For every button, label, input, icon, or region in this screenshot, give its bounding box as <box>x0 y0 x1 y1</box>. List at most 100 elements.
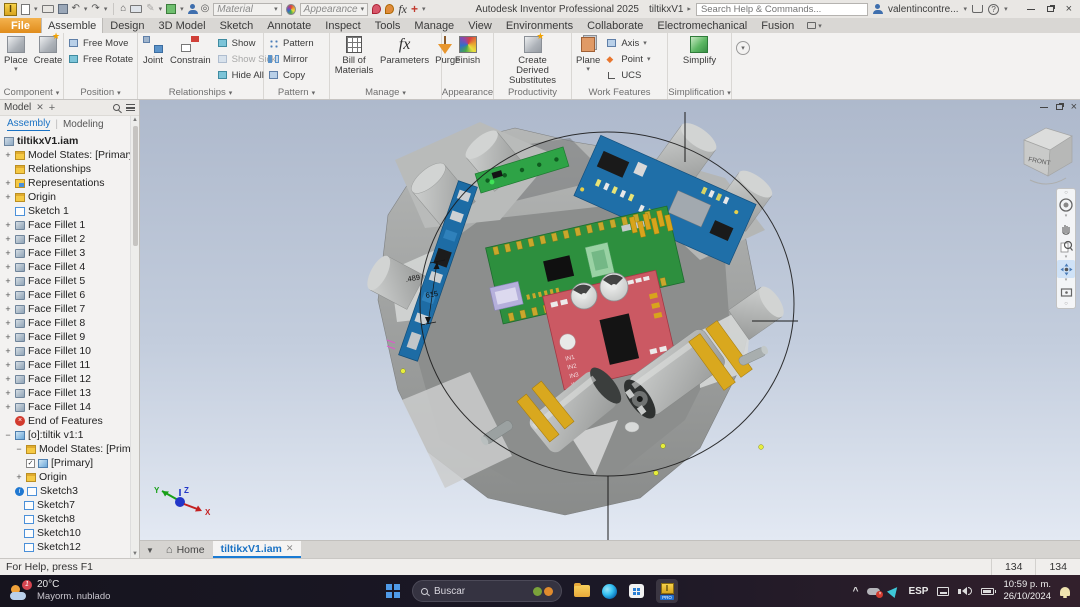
tab-inspect[interactable]: Inspect <box>318 18 367 33</box>
network-icon[interactable] <box>937 587 949 596</box>
microsoft-store-icon[interactable] <box>629 584 644 598</box>
tree-item[interactable]: +Representations <box>0 176 130 190</box>
panel-label-productivity[interactable]: Productivity <box>495 86 570 99</box>
tree-item[interactable]: +Face Fillet 7 <box>0 302 130 316</box>
render-wheel-icon[interactable]: ◎ <box>201 3 210 15</box>
inventor-taskbar-icon[interactable]: I PRO <box>656 579 678 603</box>
chevron-down-icon[interactable]: ▾ <box>14 66 18 73</box>
pan-button[interactable] <box>1057 219 1075 237</box>
orbit-button[interactable] <box>1057 260 1075 278</box>
free-move-button[interactable]: Free Move <box>65 35 136 51</box>
place-button[interactable]: Place▾ <box>1 33 31 73</box>
tree-item[interactable]: tiltikxV1.iam <box>0 134 130 148</box>
help-menu-icon[interactable]: ▾ <box>1004 5 1008 13</box>
checkbox-icon[interactable]: ✓ <box>26 459 35 468</box>
create-button[interactable]: ★Create <box>31 33 66 66</box>
simplify-button[interactable]: Simplify <box>680 33 719 66</box>
panel-label-appearance[interactable]: Appearance <box>443 86 492 99</box>
constrain-button[interactable]: Constrain <box>167 33 214 66</box>
redo-icon[interactable]: ↷ <box>91 3 99 15</box>
clear-appearance-icon[interactable] <box>385 4 394 14</box>
ucs-button[interactable]: UCS <box>603 67 653 83</box>
tab-view[interactable]: View <box>461 18 499 33</box>
tree-item[interactable]: +Face Fillet 3 <box>0 246 130 260</box>
mirror-button[interactable]: Mirror <box>265 51 317 67</box>
tree-item[interactable]: +Model States: [Primary] <box>0 148 130 162</box>
store-cart-icon[interactable] <box>972 5 983 13</box>
undo-dropdown-icon[interactable]: ▾ <box>84 5 88 13</box>
add-icon[interactable]: + <box>411 4 418 14</box>
menu-icon[interactable] <box>126 104 135 111</box>
expand-icon[interactable]: + <box>4 262 12 272</box>
plane-button[interactable]: Plane▾ <box>573 33 603 73</box>
tree-item[interactable]: +Origin <box>0 190 130 204</box>
tree-item[interactable]: +Face Fillet 10 <box>0 344 130 358</box>
look-at-button[interactable] <box>1057 283 1075 301</box>
tab-assemble[interactable]: Assemble <box>41 18 103 33</box>
material-combo[interactable]: Material▾ <box>213 3 281 16</box>
expand-icon[interactable]: + <box>4 318 12 328</box>
onedrive-icon[interactable]: × <box>867 588 880 595</box>
tab-electromechanical[interactable]: Electromechanical <box>650 18 754 33</box>
tab-list-chevron-icon[interactable]: ▼ <box>140 546 158 558</box>
panel-label-simplification[interactable]: Simplification▾ <box>669 86 730 99</box>
user-name[interactable]: valentincontre... <box>888 4 959 15</box>
doc-restore-button[interactable] <box>1056 104 1063 110</box>
modeling-mode-tab[interactable]: Modeling <box>63 119 104 130</box>
expand-icon[interactable]: + <box>4 192 12 202</box>
panel-label-manage[interactable]: Manage▾ <box>331 86 440 99</box>
browser-scrollbar[interactable]: ▲ ▼ <box>130 116 139 558</box>
close-button[interactable]: × <box>1066 4 1072 14</box>
tree-item[interactable]: Sketch7 <box>0 498 130 512</box>
expand-icon[interactable]: + <box>4 360 12 370</box>
clock[interactable]: 10:59 p. m. 26/10/2024 <box>1003 579 1051 604</box>
panel-label-pattern[interactable]: Pattern▾ <box>265 86 328 99</box>
tree-item[interactable]: +Face Fillet 2 <box>0 232 130 246</box>
tree-item[interactable]: +Face Fillet 1 <box>0 218 130 232</box>
expand-icon[interactable]: + <box>4 402 12 412</box>
tree-item[interactable]: ✓[Primary] <box>0 456 130 470</box>
tree-item[interactable]: +Face Fillet 12 <box>0 372 130 386</box>
expand-icon[interactable]: + <box>4 346 12 356</box>
expand-icon[interactable]: + <box>4 234 12 244</box>
ribbon-appearance-toggle[interactable]: ▾ <box>736 41 750 55</box>
expand-icon[interactable]: + <box>15 472 23 482</box>
share-person-icon[interactable] <box>188 4 197 14</box>
tree-item[interactable]: Relationships <box>0 162 130 176</box>
panel-label-position[interactable]: Position▾ <box>65 86 136 99</box>
bill-of-materials-button[interactable]: Bill of Materials <box>331 33 377 76</box>
home-view-icon[interactable]: ⌂ <box>120 3 126 15</box>
point-button[interactable]: ◆Point▾ <box>603 51 653 67</box>
clipboard-icon[interactable] <box>130 5 142 13</box>
viewport-3d[interactable]: IN1 IN2 IN3 IN4 <box>140 100 1080 540</box>
chevron-down-icon[interactable]: ▾ <box>274 5 278 13</box>
inventor-logo[interactable]: I <box>4 3 17 16</box>
expand-icon[interactable]: + <box>4 178 12 188</box>
tab-collaborate[interactable]: Collaborate <box>580 18 650 33</box>
language-indicator[interactable]: ESP <box>908 586 928 597</box>
save-icon[interactable] <box>58 4 68 14</box>
tree-item[interactable]: +Face Fillet 11 <box>0 358 130 372</box>
tree-item[interactable]: +Face Fillet 4 <box>0 260 130 274</box>
add-panel-icon[interactable]: + <box>49 102 55 114</box>
finish-button[interactable]: Finish <box>452 33 483 66</box>
tree-item[interactable]: ×End of Features <box>0 414 130 428</box>
collapse-icon[interactable]: − <box>15 444 23 454</box>
undo-icon[interactable]: ↶ <box>72 3 80 15</box>
tab-tools[interactable]: Tools <box>368 18 408 33</box>
component-icon[interactable] <box>166 4 176 14</box>
component-dropdown-icon[interactable]: ▾ <box>180 5 184 13</box>
panel-label-component[interactable]: Component▾ <box>1 86 62 99</box>
sketch-dropdown-icon[interactable]: ▾ <box>159 5 163 13</box>
joint-button[interactable]: Joint <box>139 33 167 66</box>
scroll-up-icon[interactable]: ▲ <box>132 116 138 124</box>
browser-tab-model[interactable]: Model <box>4 102 31 113</box>
copy-button[interactable]: Copy <box>265 67 317 83</box>
file-explorer-icon[interactable] <box>574 585 590 597</box>
zoom-button[interactable] <box>1057 237 1075 255</box>
search-icon[interactable] <box>113 104 120 111</box>
tab-design[interactable]: Design <box>103 18 151 33</box>
ribbon-display-options[interactable]: ▾ <box>801 18 828 33</box>
expand-icon[interactable]: + <box>4 248 12 258</box>
parameters-button[interactable]: fxParameters <box>377 33 432 66</box>
